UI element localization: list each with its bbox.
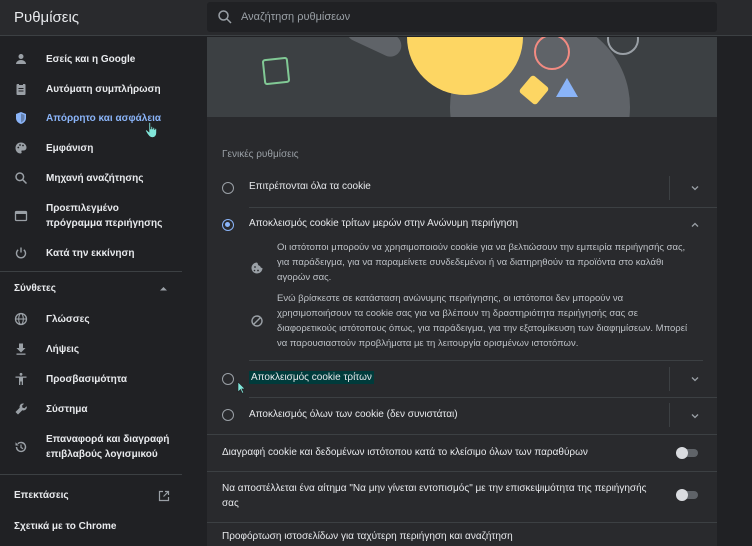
shield-icon	[16, 112, 26, 124]
sidebar-item-label: Προσβασιμότητα	[46, 373, 128, 385]
sidebar-item-reset[interactable]: Επαναφορά και διαγραφή επιβλαβούς λογισμ…	[0, 431, 182, 463]
arrow-cursor-icon	[237, 381, 246, 394]
sidebar-item-label: Απόρρητο και ασφάλεια	[46, 112, 162, 124]
accessibility-icon	[15, 372, 27, 385]
sidebar-item-label: Κατά την εκκίνηση	[46, 247, 135, 259]
sidebar-item-label: Εσείς και η Google	[46, 53, 136, 65]
row-divider	[249, 360, 703, 361]
sidebar-item-label: Επαναφορά και διαγραφή επιβλαβούς λογισμ…	[46, 434, 170, 460]
sidebar-item-accessibility[interactable]: Προσβασιμότητα	[0, 371, 182, 387]
browser-icon	[14, 210, 28, 222]
sidebar-divider	[0, 474, 182, 475]
sidebar-item-label: Προεπιλεγμένο πρόγραμμα περιήγησης	[46, 203, 163, 229]
globe-icon	[14, 312, 28, 326]
cookie-option-block-incognito[interactable]: Αποκλεισμός cookie τρίτων μερών στην Ανώ…	[207, 213, 717, 237]
palette-icon	[15, 142, 27, 154]
toggle-label: Διαγραφή cookie και δεδομένων ιστότοπου …	[222, 447, 588, 458]
toggle-label: Να αποστέλλεται ένα αίτημα "Να μην γίνετ…	[222, 483, 647, 509]
search-icon	[218, 10, 232, 24]
open-in-new-icon	[158, 490, 170, 502]
sidebar-item-downloads[interactable]: Λήψεις	[0, 341, 182, 357]
row-divider	[207, 522, 717, 523]
sidebar-item-you-and-google[interactable]: Εσείς και η Google	[0, 51, 182, 67]
highlighted-text: Αποκλεισμός cookie τρίτων	[249, 371, 374, 384]
chevron-down-icon[interactable]	[689, 373, 701, 385]
advanced-header: Σύνθετες	[14, 283, 56, 294]
sidebar: Εσείς και η Google Αυτόματη συμπλήρωση Α…	[0, 37, 182, 546]
radio-block-third-party[interactable]	[222, 373, 234, 385]
clear-cookies-on-exit-row[interactable]: Διαγραφή cookie και δεδομένων ιστότοπου …	[207, 435, 717, 471]
sidebar-item-label: Λήψεις	[46, 343, 80, 355]
clipboard-icon	[16, 83, 26, 95]
person-icon	[16, 54, 26, 64]
sidebar-item-label: Σύστημα	[46, 403, 88, 415]
radio-allow-all[interactable]	[222, 182, 234, 194]
sidebar-item-label: Γλώσσες	[46, 313, 90, 325]
sidebar-item-search-engine[interactable]: Μηχανή αναζήτησης	[0, 170, 182, 186]
sidebar-item-label: Μηχανή αναζήτησης	[46, 172, 144, 184]
top-bar: Ρυθμίσεις	[0, 0, 752, 36]
cookie-icon	[251, 262, 263, 274]
sidebar-item-system[interactable]: Σύστημα	[0, 401, 182, 417]
extensions-label: Επεκτάσεις	[14, 490, 69, 501]
search-box[interactable]	[207, 2, 717, 32]
radio-block-incognito[interactable]	[222, 219, 234, 231]
option-label: Αποκλεισμός cookie τρίτων	[249, 371, 374, 384]
section-title: Γενικές ρυθμίσεις	[222, 149, 299, 160]
sidebar-divider	[0, 271, 182, 272]
search-icon	[15, 172, 28, 185]
sidebar-item-label: Εμφάνιση	[46, 142, 94, 154]
block-icon	[251, 315, 263, 327]
option-label: Αποκλεισμός όλων των cookie (δεν συνιστά…	[249, 409, 458, 420]
download-icon	[16, 343, 26, 355]
sidebar-item-on-startup[interactable]: Κατά την εκκίνηση	[0, 245, 182, 261]
hand-cursor-icon	[145, 122, 157, 138]
chevron-down-icon[interactable]	[689, 410, 701, 422]
wrench-icon	[15, 403, 27, 415]
row-separator	[669, 403, 670, 427]
sidebar-item-autofill[interactable]: Αυτόματη συμπλήρωση	[0, 81, 182, 97]
chevron-down-icon[interactable]	[689, 182, 701, 194]
cookie-option-allow-all[interactable]: Επιτρέπονται όλα τα cookie	[207, 176, 717, 200]
cookie-option-block-all[interactable]: Αποκλεισμός όλων των cookie (δεν συνιστά…	[207, 403, 717, 427]
illustration-banner	[207, 37, 717, 117]
cookie-description-2: Ενώ βρίσκεστε σε κατάσταση ανώνυμης περι…	[277, 293, 688, 349]
option-label: Αποκλεισμός cookie τρίτων μερών στην Ανώ…	[249, 218, 519, 229]
row-separator	[669, 367, 670, 391]
cookie-illustration	[207, 37, 717, 117]
sidebar-item-about-chrome[interactable]: Σχετικά με το Chrome	[14, 521, 116, 532]
do-not-track-toggle[interactable]	[676, 489, 700, 501]
sidebar-item-default-browser[interactable]: Προεπιλεγμένο πρόγραμμα περιήγησης	[0, 200, 182, 232]
radio-block-all[interactable]	[222, 409, 234, 421]
cookie-option-block-third-party[interactable]: Αποκλεισμός cookie τρίτων	[207, 367, 717, 391]
preload-label[interactable]: Προφόρτωση ιστοσελίδων για ταχύτερη περι…	[222, 529, 662, 544]
app-title: Ρυθμίσεις	[14, 9, 80, 26]
main-panel: Γενικές ρυθμίσεις Επιτρέπονται όλα τα co…	[207, 37, 717, 546]
row-separator	[669, 176, 670, 200]
chevron-up-icon	[160, 287, 167, 291]
row-divider	[249, 397, 717, 398]
search-input[interactable]	[241, 7, 701, 27]
chevron-up-icon[interactable]	[689, 219, 701, 231]
sidebar-item-label: Αυτόματη συμπλήρωση	[46, 83, 161, 95]
option-label: Επιτρέπονται όλα τα cookie	[249, 181, 371, 192]
clear-cookies-toggle[interactable]	[676, 447, 700, 459]
power-icon	[15, 247, 27, 259]
cookie-description-1: Οι ιστότοποι μπορούν να χρησιμοποιούν co…	[277, 242, 686, 283]
row-divider	[249, 207, 717, 208]
do-not-track-row[interactable]: Να αποστέλλεται ένα αίτημα "Να μην γίνετ…	[207, 472, 717, 516]
history-icon	[15, 441, 27, 453]
sidebar-item-languages[interactable]: Γλώσσες	[0, 311, 182, 327]
sidebar-item-appearance[interactable]: Εμφάνιση	[0, 140, 182, 156]
